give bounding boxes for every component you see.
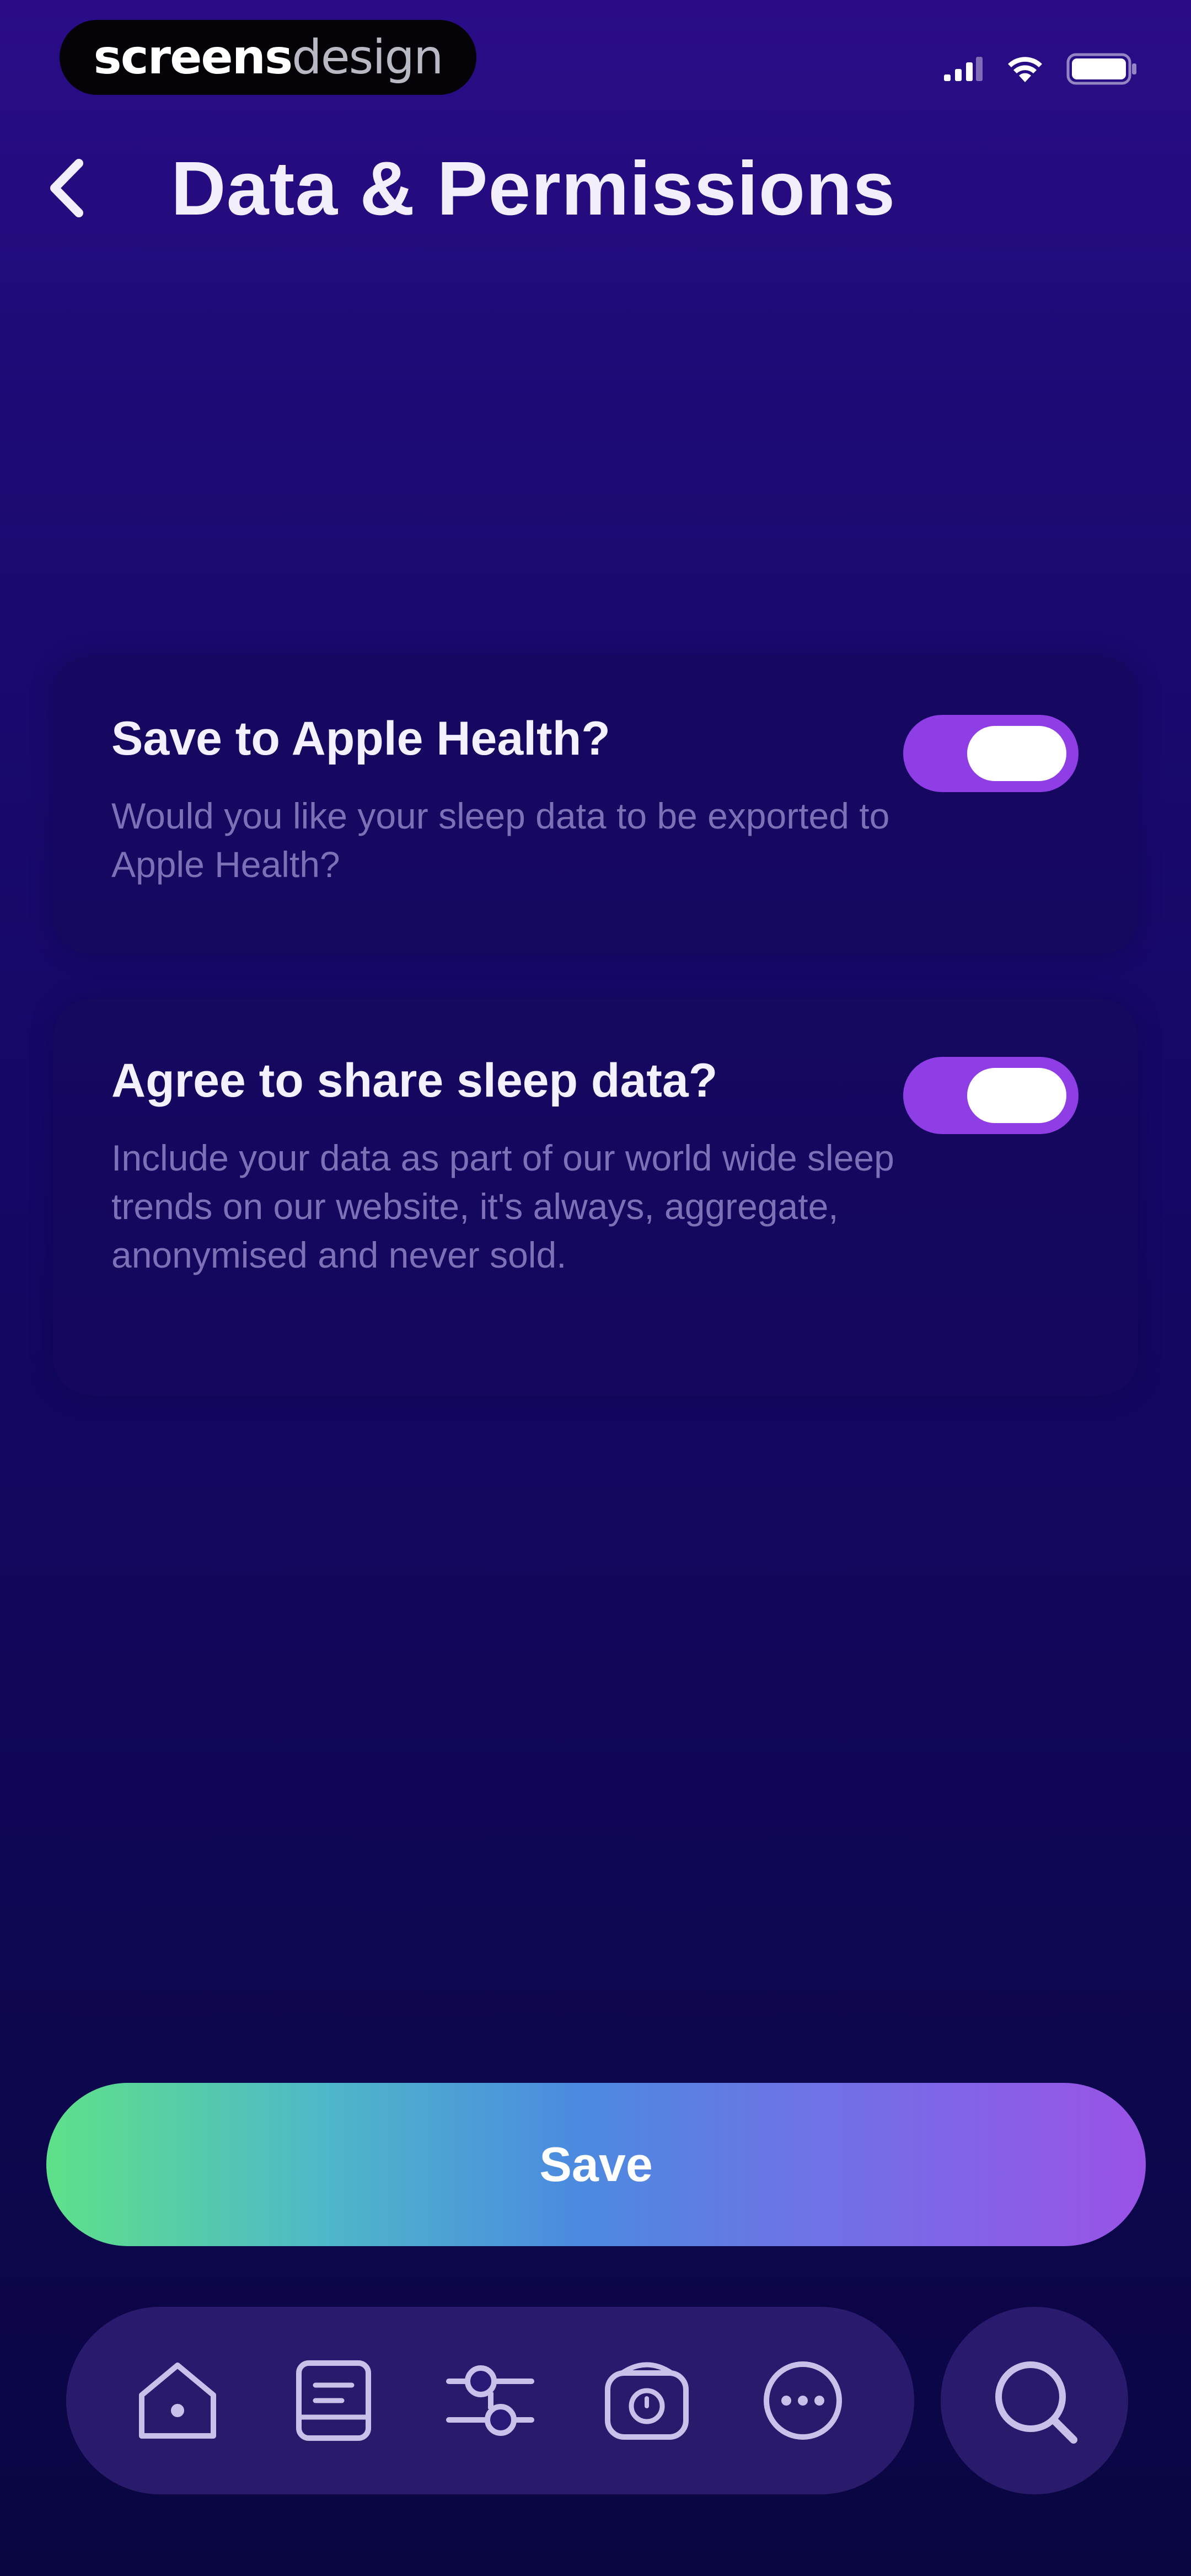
apple-health-setting-description: Would you like your sleep data to be exp… <box>111 795 890 885</box>
data-permissions-screen: screens design Data & Permissions Save t… <box>0 0 1191 2576</box>
battery-icon <box>1066 53 1136 85</box>
share-sleep-data-setting-description: Include your data as part of our world w… <box>111 1137 894 1275</box>
share-sleep-data-setting-title: Agree to share sleep data? <box>111 1054 718 1107</box>
page-title: Data & Permissions <box>171 146 896 231</box>
page-header: Data & Permissions <box>0 132 1191 243</box>
bottom-navigation <box>66 2307 914 2494</box>
brand-bold-text: screens <box>93 30 293 85</box>
nav-item-home[interactable] <box>122 2345 233 2456</box>
journal-icon <box>296 2360 372 2441</box>
chevron-left-icon <box>50 159 83 217</box>
status-icons <box>943 53 1138 85</box>
apple-health-toggle-knob <box>967 726 1066 781</box>
share-sleep-data-toggle-knob <box>967 1068 1066 1123</box>
apple-health-toggle[interactable] <box>903 715 1079 792</box>
apple-health-setting-card: Save to Apple Health? Would you like you… <box>53 656 1138 954</box>
status-bar: screens design <box>0 0 1191 121</box>
more-icon <box>764 2361 843 2440</box>
apple-health-setting-title: Save to Apple Health? <box>111 712 610 765</box>
wifi-icon <box>1008 57 1042 82</box>
nav-item-journal[interactable] <box>278 2345 389 2456</box>
alarm-clock-icon <box>604 2362 689 2440</box>
home-icon <box>138 2363 216 2439</box>
nav-item-sliders[interactable] <box>435 2345 545 2456</box>
nav-item-alarm[interactable] <box>592 2345 702 2456</box>
search-button[interactable] <box>941 2307 1128 2494</box>
share-sleep-data-toggle[interactable] <box>903 1057 1079 1134</box>
share-sleep-data-setting-card: Agree to share sleep data? Include your … <box>53 998 1138 1396</box>
sliders-icon <box>446 2365 534 2436</box>
brand-light-text: design <box>292 30 443 85</box>
search-icon <box>995 2361 1077 2444</box>
cellular-signal-icon <box>944 57 983 81</box>
brand-watermark: screens design <box>60 20 476 95</box>
save-button[interactable]: Save <box>46 2083 1146 2246</box>
nav-item-more[interactable] <box>748 2345 858 2456</box>
back-button[interactable] <box>33 147 99 229</box>
